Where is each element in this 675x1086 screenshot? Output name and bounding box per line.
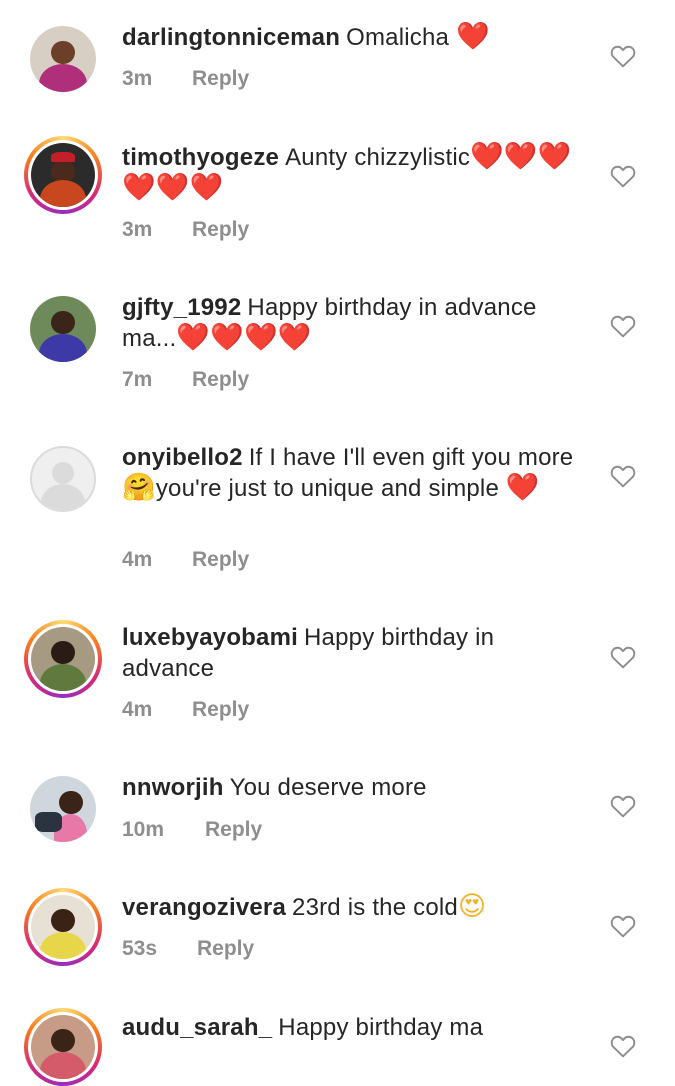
hugging-face-emoji: 🤗 (122, 472, 156, 503)
heart-outline-icon[interactable] (610, 314, 636, 338)
reply-button[interactable]: Reply (192, 698, 249, 721)
comment-text: timothyogeze Aunty chizzylistic❤️❤️❤️❤️❤️… (122, 142, 592, 204)
comment-meta: 53s Reply (122, 937, 254, 961)
heart-outline-icon[interactable] (610, 645, 636, 669)
reply-button[interactable]: Reply (192, 218, 249, 241)
comment-meta: 3m Reply (122, 67, 249, 91)
comment-username[interactable]: onyibello2 (122, 444, 243, 471)
comment-username[interactable]: audu_sarah_ (122, 1014, 272, 1041)
comment-meta: 3m Reply (122, 218, 249, 242)
comment-body: Aunty chizzylistic (285, 144, 471, 171)
comment-text: onyibello2 If I have I'll even gift you m… (122, 442, 592, 504)
comment-body: You deserve more (229, 774, 427, 801)
comment-body: Omalicha (346, 24, 456, 51)
comment-username[interactable]: darlingtonniceman (122, 24, 340, 51)
avatar[interactable] (24, 20, 102, 98)
reply-button[interactable]: Reply (197, 937, 254, 960)
comment-body-continued: you're just to unique and simple (155, 475, 506, 502)
comment-body: 23rd is the cold (292, 894, 458, 921)
comment-time: 4m (122, 698, 153, 721)
heart-outline-icon[interactable] (610, 1034, 636, 1058)
avatar[interactable] (24, 620, 102, 698)
avatar[interactable] (24, 770, 102, 848)
heart-outline-icon[interactable] (610, 164, 636, 188)
heart-emoji: ❤️❤️❤️❤️ (176, 322, 312, 353)
comment-username[interactable]: verangozivera (122, 894, 286, 921)
avatar[interactable] (24, 136, 102, 214)
comment-text: darlingtonniceman Omalicha ❤️ (122, 22, 592, 53)
comment-body: If I have I'll even gift you more (248, 444, 574, 471)
comment-text: verangozivera 23rd is the cold😍 (122, 892, 592, 923)
reply-button[interactable]: Reply (192, 368, 249, 391)
heart-emoji: ❤️ (505, 472, 540, 503)
comment-username[interactable]: gjfty_1992 (122, 294, 241, 321)
heart-outline-icon[interactable] (610, 464, 636, 488)
heart-eyes-emoji: 😍 (457, 891, 487, 922)
comment-time: 53s (122, 937, 158, 960)
comment-username[interactable]: timothyogeze (122, 144, 279, 171)
heart-outline-icon[interactable] (610, 794, 636, 818)
comment-text: luxebyayobami Happy birthday in advance (122, 622, 592, 684)
comment-time: 10m (122, 818, 165, 841)
heart-outline-icon[interactable] (610, 44, 636, 68)
comment-time: 3m (122, 218, 153, 241)
avatar[interactable] (24, 440, 102, 518)
comment-body: Happy birthday ma (278, 1014, 484, 1041)
heart-outline-icon[interactable] (610, 914, 636, 938)
reply-button[interactable]: Reply (205, 818, 262, 841)
comment-meta: 4m Reply (122, 548, 249, 572)
avatar[interactable] (24, 290, 102, 368)
reply-button[interactable]: Reply (192, 67, 249, 90)
comment-time: 3m (122, 67, 153, 90)
comment-username[interactable]: luxebyayobami (122, 624, 298, 651)
comment-username[interactable]: nnworjih (122, 774, 224, 801)
comment-text: gjfty_1992 Happy birthday in advance ma..… (122, 292, 592, 354)
comment-text: audu_sarah_ Happy birthday ma (122, 1012, 592, 1043)
heart-emoji: ❤️ (455, 21, 490, 52)
comment-text: nnworjih You deserve more (122, 772, 592, 803)
comment-meta: 10m Reply (122, 818, 262, 842)
avatar[interactable] (24, 1008, 102, 1086)
comment-meta: 4m Reply (122, 698, 249, 722)
comment-meta: 7m Reply (122, 368, 249, 392)
comment-time: 4m (122, 548, 153, 571)
reply-button[interactable]: Reply (192, 548, 249, 571)
comment-time: 7m (122, 368, 153, 391)
avatar[interactable] (24, 888, 102, 966)
